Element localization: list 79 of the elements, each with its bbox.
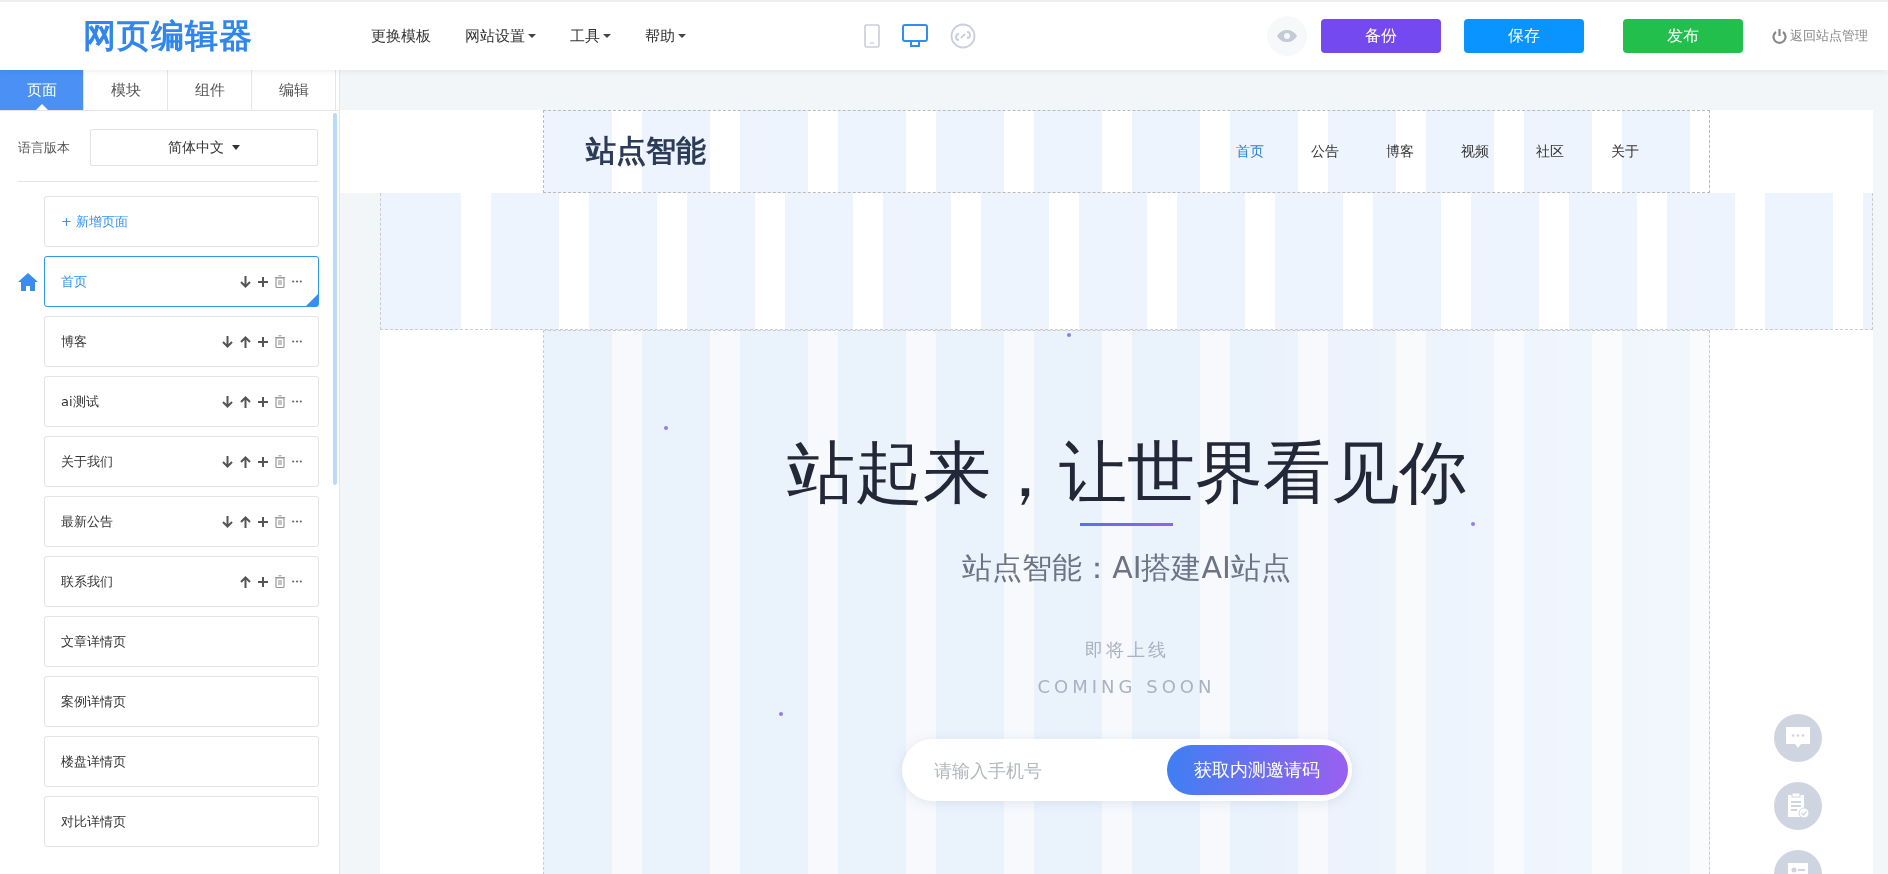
page-name: ai测试 — [61, 392, 99, 411]
more-icon[interactable] — [292, 400, 302, 403]
page-item[interactable]: 案例详情页 — [44, 676, 319, 727]
page-item[interactable]: 最新公告 — [44, 496, 319, 547]
page-item[interactable]: ai测试 — [44, 376, 319, 427]
sparkle-dot — [1067, 333, 1071, 337]
coming-soon-text: 即将上线 — [1084, 640, 1169, 660]
app-logo: 网页编辑器 — [83, 14, 253, 57]
page-name: 对比详情页 — [61, 812, 126, 831]
arrow-up-icon[interactable] — [240, 455, 251, 468]
page-item[interactable]: 关于我们 — [44, 436, 319, 487]
arrow-down-icon[interactable] — [240, 275, 251, 288]
arrow-up-icon[interactable] — [240, 515, 251, 528]
arrow-up-icon[interactable] — [240, 395, 251, 408]
plus-icon[interactable] — [258, 516, 268, 527]
more-icon[interactable] — [292, 520, 302, 523]
page-item[interactable]: 博客 — [44, 316, 319, 367]
plus-icon[interactable] — [258, 336, 268, 347]
page-item[interactable]: 文章详情页 — [44, 616, 319, 667]
page-name: 最新公告 — [61, 512, 113, 531]
eye-icon — [1276, 29, 1298, 43]
arrow-down-icon[interactable] — [222, 335, 233, 348]
page-item[interactable]: 联系我们 — [44, 556, 319, 607]
plus-icon[interactable] — [258, 456, 268, 467]
page-name: 首页 — [61, 272, 87, 291]
site-logo: 站点智能 — [586, 132, 706, 170]
scrollbar[interactable] — [333, 113, 337, 485]
page-item[interactable]: 对比详情页 — [44, 796, 319, 847]
menu-item[interactable]: 工具 — [570, 26, 611, 46]
hero-subtitle: 站点智能：AI搭建AI站点 — [962, 549, 1291, 587]
nav-link[interactable]: 关于 — [1611, 142, 1639, 161]
trash-icon[interactable] — [275, 515, 285, 528]
return-link[interactable]: 返回站点管理 — [1772, 27, 1868, 45]
invite-button[interactable]: 获取内测邀请码 — [1166, 745, 1348, 795]
page-name: 联系我们 — [61, 572, 113, 591]
trash-icon[interactable] — [275, 455, 285, 468]
more-icon[interactable] — [292, 340, 302, 343]
nav-link[interactable]: 社区 — [1536, 142, 1564, 161]
page-item[interactable]: 楼盘详情页 — [44, 736, 319, 787]
coming-soon-text: COMING SOON — [1037, 677, 1216, 697]
sparkle-dot — [1471, 522, 1475, 526]
sparkle-dot — [664, 426, 668, 430]
phone-input[interactable]: 请输入手机号 — [931, 758, 1167, 782]
plus-icon[interactable] — [258, 396, 268, 407]
sparkle-dot — [779, 712, 783, 716]
page-name: 文章详情页 — [61, 632, 126, 651]
more-icon[interactable] — [292, 280, 302, 283]
hero-title: 站起来，让世界看见你 — [786, 435, 1467, 511]
toolbar-button[interactable]: 备份 — [1321, 19, 1441, 53]
trash-icon[interactable] — [275, 395, 285, 408]
arrow-up-icon[interactable] — [240, 575, 251, 588]
monitor-icon[interactable] — [902, 24, 928, 48]
more-icon[interactable] — [292, 460, 302, 463]
page-name: 楼盘详情页 — [61, 752, 126, 771]
nav-link[interactable]: 首页 — [1236, 142, 1264, 161]
arrow-up-icon[interactable] — [240, 335, 251, 348]
nav-link[interactable]: 视频 — [1461, 142, 1489, 161]
power-icon — [1772, 28, 1787, 44]
page-name: 案例详情页 — [61, 692, 126, 711]
arrow-down-icon[interactable] — [222, 515, 233, 528]
language-label: 语言版本 — [18, 138, 71, 157]
trash-icon[interactable] — [275, 275, 285, 288]
menu-item[interactable]: 帮助 — [645, 26, 686, 46]
plus-icon[interactable] — [258, 576, 268, 587]
nav-link[interactable]: 博客 — [1386, 142, 1414, 161]
caret-icon — [232, 145, 240, 150]
arrow-down-icon[interactable] — [222, 395, 233, 408]
menu-item[interactable]: 更换模板 — [371, 26, 431, 46]
nav-link[interactable]: 公告 — [1311, 142, 1339, 161]
more-icon[interactable] — [292, 580, 302, 583]
trash-icon[interactable] — [275, 335, 285, 348]
trash-icon[interactable] — [275, 575, 285, 588]
page-name: 关于我们 — [61, 452, 113, 471]
arrow-down-icon[interactable] — [222, 455, 233, 468]
plus-icon[interactable] — [258, 276, 268, 287]
language-dropdown[interactable]: 简体中文 — [90, 129, 318, 166]
menu-item[interactable]: 网站设置 — [465, 26, 536, 46]
page-item[interactable]: 首页 — [44, 256, 319, 307]
page-name: 博客 — [61, 332, 87, 351]
